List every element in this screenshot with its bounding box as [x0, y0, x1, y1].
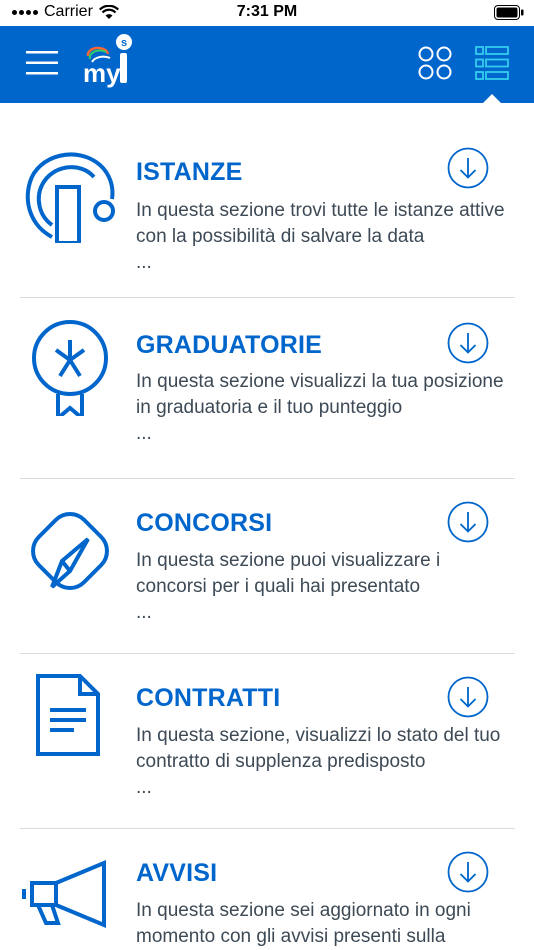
section-ellipsis: ... [136, 602, 152, 623]
section-description: In questa sezione visualizzi la tua posi… [136, 369, 506, 447]
section-title: CONCORSI [136, 509, 273, 537]
expand-arrow-down-icon[interactable] [447, 676, 489, 718]
document-icon [36, 674, 100, 756]
section-description-text: In questa sezione sei aggiornato in ogni… [136, 900, 471, 947]
section-description: In questa sezione puoi visualizzare i co… [136, 548, 506, 626]
app-logo: s my [83, 34, 132, 88]
instances-icon [25, 152, 115, 243]
list-view-icon[interactable] [475, 46, 509, 80]
section-ellipsis: ... [136, 252, 152, 273]
section-description: In questa sezione sei aggiornato in ogni… [136, 898, 506, 950]
megaphone-icon [22, 860, 106, 928]
logo-text: my [83, 58, 121, 88]
section-item-graduatorie[interactable]: GRADUATORIE In questa sezione visualizzi… [0, 298, 534, 479]
section-description-text: In questa sezione puoi visualizzare i co… [136, 550, 441, 597]
section-description-text: In questa sezione visualizzi la tua posi… [136, 371, 504, 418]
expand-arrow-down-icon[interactable] [447, 501, 489, 543]
hamburger-menu-icon[interactable] [26, 50, 58, 76]
section-item-concorsi[interactable]: CONCORSI In questa sezione puoi visualiz… [0, 479, 534, 654]
status-bar: Carrier 7:31 PM [0, 0, 534, 26]
section-ellipsis: ... [136, 423, 152, 444]
section-title: ISTANZE [136, 158, 243, 186]
section-description-text: In questa sezione trovi tutte le istanze… [136, 200, 505, 247]
expand-arrow-down-icon[interactable] [447, 851, 489, 893]
section-description-text: In questa sezione, visualizzi lo stato d… [136, 725, 501, 772]
section-ellipsis: ... [136, 777, 152, 798]
section-title: CONTRATTI [136, 684, 281, 712]
section-title: AVVISI [136, 859, 218, 887]
section-item-istanze[interactable]: ISTANZE In questa sezione trovi tutte le… [0, 103, 534, 298]
status-time: 7:31 PM [236, 3, 298, 20]
section-description: In questa sezione trovi tutte le istanze… [136, 198, 506, 276]
battery-icon [494, 5, 524, 20]
logo-badge: s [121, 37, 127, 49]
sections-list: ISTANZE In questa sezione trovi tutte le… [0, 103, 534, 949]
grid-view-icon[interactable] [418, 46, 452, 80]
app-header: s my [0, 26, 534, 103]
expand-arrow-down-icon[interactable] [447, 322, 489, 364]
expand-arrow-down-icon[interactable] [447, 147, 489, 189]
section-title: GRADUATORIE [136, 331, 323, 359]
ribbon-award-icon [32, 320, 108, 416]
section-description: In questa sezione, visualizzi lo stato d… [136, 723, 506, 801]
send-icon [31, 512, 109, 590]
section-item-avvisi[interactable]: AVVISI In questa sezione sei aggiornato … [0, 829, 534, 949]
section-item-contratti[interactable]: CONTRATTI In questa sezione, visualizzi … [0, 654, 534, 829]
